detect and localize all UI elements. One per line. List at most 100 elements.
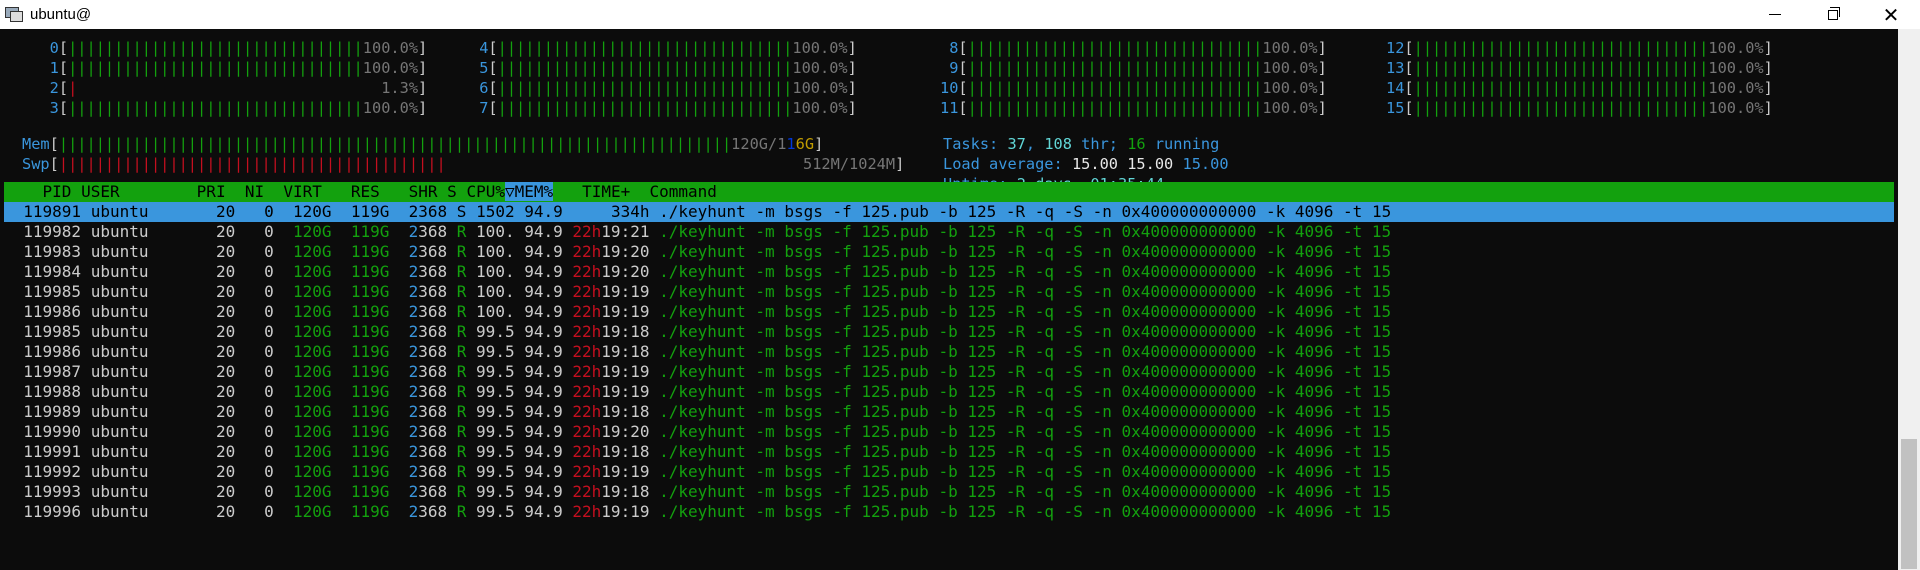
proc-command: ./keyhunt -m bsgs -f 125.pub -b 125 -R -… bbox=[659, 322, 1392, 341]
col-command[interactable]: Command bbox=[650, 182, 717, 201]
proc-time-m: 19:18 bbox=[601, 402, 660, 421]
mem-value-b: 1 bbox=[786, 135, 796, 153]
proc-time-m: 19:18 bbox=[601, 442, 660, 461]
mem-value-a: 120G/1 bbox=[731, 135, 787, 153]
vertical-scrollbar[interactable] bbox=[1898, 29, 1920, 570]
cpu-bar: |||||||||||||||||||||||||||||||| bbox=[967, 99, 1263, 117]
proc-cpu: 99.5 bbox=[476, 442, 525, 461]
cpu-value: 100.0% bbox=[362, 59, 419, 77]
proc-mem: 94.9 bbox=[524, 422, 573, 441]
process-row[interactable]: 119986 ubuntu 20 0 120G 119G 2368 R 99.5… bbox=[4, 342, 1391, 362]
process-row[interactable]: 119989 ubuntu 20 0 120G 119G 2368 R 99.5… bbox=[4, 402, 1391, 422]
process-row-selected[interactable]: 119891 ubuntu 20 0 120G 119G 2368 S 1502… bbox=[4, 202, 1894, 222]
proc-virt: 120G bbox=[293, 322, 351, 341]
col-shr[interactable]: SHR bbox=[409, 182, 438, 201]
process-row[interactable]: 119986 ubuntu 20 0 120G 119G 2368 R 100.… bbox=[4, 302, 1391, 322]
proc-res: 119G bbox=[350, 342, 409, 361]
proc-pid: 119982 bbox=[4, 222, 91, 241]
process-row[interactable]: 119984 ubuntu 20 0 120G 119G 2368 R 100.… bbox=[4, 262, 1391, 282]
col-virt[interactable]: VIRT bbox=[283, 182, 322, 201]
proc-ni: 0 bbox=[244, 382, 294, 401]
cpu-bar: |||||||||||||||||||||||||||||||| bbox=[68, 59, 363, 77]
col-s[interactable]: S bbox=[447, 182, 457, 201]
process-row[interactable]: 119983 ubuntu 20 0 120G 119G 2368 R 100.… bbox=[4, 242, 1391, 262]
proc-shr-a: 2 bbox=[408, 502, 419, 521]
proc-state: R bbox=[456, 402, 477, 421]
proc-ni: 0 bbox=[244, 362, 294, 381]
proc-user: ubuntu bbox=[90, 322, 197, 341]
scrollbar-thumb[interactable] bbox=[1901, 439, 1917, 569]
col-time[interactable]: TIME+ bbox=[582, 182, 630, 201]
proc-command: ./keyhunt -m bsgs -f 125.pub -b 125 -R -… bbox=[659, 302, 1392, 321]
cpu-bar: |||||||||||||||||||||||||||||||| bbox=[1413, 99, 1709, 117]
restore-button[interactable] bbox=[1804, 0, 1862, 29]
proc-user: ubuntu bbox=[90, 242, 197, 261]
window-title: ubuntu@ bbox=[30, 6, 92, 23]
proc-ni: 0 bbox=[244, 402, 294, 421]
proc-shr-a: 2 bbox=[408, 342, 419, 361]
process-row[interactable]: 119991 ubuntu 20 0 120G 119G 2368 R 99.5… bbox=[4, 442, 1391, 462]
cpu-bar: |||||||||||||||||||||||||||||||| bbox=[967, 59, 1263, 77]
proc-time-m: 19:20 bbox=[601, 242, 660, 261]
cpu-value: 100.0% bbox=[1708, 59, 1764, 77]
process-row[interactable]: 119988 ubuntu 20 0 120G 119G 2368 R 99.5… bbox=[4, 382, 1391, 402]
proc-virt: 120G bbox=[293, 462, 351, 481]
proc-res: 119G bbox=[350, 242, 409, 261]
cpu-value: 100.0% bbox=[1708, 79, 1764, 97]
col-user[interactable]: USER bbox=[81, 182, 177, 201]
cpu-meter-13: 13[||||||||||||||||||||||||||||||||100.0… bbox=[1386, 59, 1773, 77]
process-row[interactable]: 119985 ubuntu 20 0 120G 119G 2368 R 100.… bbox=[4, 282, 1391, 302]
proc-pid: 119985 bbox=[4, 322, 91, 341]
col-mem-sorted[interactable]: ▽MEM% bbox=[504, 182, 554, 201]
process-row[interactable]: 119987 ubuntu 20 0 120G 119G 2368 R 99.5… bbox=[4, 362, 1391, 382]
col-pri[interactable]: PRI bbox=[197, 182, 226, 201]
tasks-line: Tasks: 37, 108 thr; 16 running bbox=[943, 135, 1220, 153]
process-row[interactable]: 119993 ubuntu 20 0 120G 119G 2368 R 99.5… bbox=[4, 482, 1391, 502]
cpu-id: 3 bbox=[22, 99, 59, 117]
col-pid[interactable]: PID bbox=[4, 182, 72, 201]
proc-time-m: 19:19 bbox=[601, 502, 660, 521]
proc-shr-a: 2 bbox=[408, 402, 419, 421]
col-res[interactable]: RES bbox=[351, 182, 380, 201]
swap-label: Swp bbox=[22, 155, 50, 173]
proc-command: ./keyhunt -m bsgs -f 125.pub -b 125 -R -… bbox=[659, 362, 1392, 381]
process-row[interactable]: 119985 ubuntu 20 0 120G 119G 2368 R 99.5… bbox=[4, 322, 1391, 342]
process-row[interactable]: 119992 ubuntu 20 0 120G 119G 2368 R 99.5… bbox=[4, 462, 1391, 482]
proc-ni: 0 bbox=[244, 222, 294, 241]
proc-virt: 120G bbox=[293, 402, 351, 421]
proc-shr-b: 368 bbox=[418, 402, 457, 421]
proc-cpu: 100. bbox=[476, 262, 525, 281]
proc-time-m: 19:19 bbox=[601, 302, 660, 321]
close-button[interactable]: ✕ bbox=[1862, 0, 1920, 29]
process-row[interactable]: 119982 ubuntu 20 0 120G 119G 2368 R 100.… bbox=[4, 222, 1391, 242]
col-cpu[interactable]: CPU% bbox=[466, 182, 505, 201]
proc-user: ubuntu bbox=[90, 222, 197, 241]
col-ni[interactable]: NI bbox=[245, 182, 264, 201]
proc-state: R bbox=[456, 442, 477, 461]
process-row[interactable]: 119990 ubuntu 20 0 120G 119G 2368 R 99.5… bbox=[4, 422, 1391, 442]
mem-bar: ||||||||||||||||||||||||||||||||||||||||… bbox=[58, 135, 732, 153]
cpu-bar: |||||||||||||||||||||||||||||||| bbox=[497, 79, 793, 97]
title-bar[interactable]: ubuntu@ ✕ bbox=[0, 0, 1920, 29]
proc-res: 119G bbox=[350, 262, 409, 281]
cpu-id: 11 bbox=[940, 99, 959, 117]
proc-shr-b: 368 bbox=[418, 362, 457, 381]
minimize-button[interactable] bbox=[1746, 0, 1804, 29]
proc-time-h: 22h bbox=[572, 302, 602, 321]
proc-state: R bbox=[456, 282, 477, 301]
cpu-value: 100.0% bbox=[1262, 79, 1318, 97]
proc-virt: 120G bbox=[293, 482, 351, 501]
proc-command: ./keyhunt -m bsgs -f 125.pub -b 125 -R -… bbox=[659, 282, 1392, 301]
cpu-id: 0 bbox=[22, 39, 59, 57]
cpu-id: 2 bbox=[22, 79, 59, 97]
process-table-header[interactable]: PID USER PRI NI VIRT RES SHR S CPU%▽MEM%… bbox=[4, 182, 1894, 202]
proc-command: ./keyhunt -m bsgs -f 125.pub -b 125 -R -… bbox=[659, 342, 1392, 361]
cpu-id: 10 bbox=[940, 79, 959, 97]
proc-user: ubuntu bbox=[90, 362, 197, 381]
mem-label: Mem bbox=[22, 135, 50, 153]
cpu-id: 13 bbox=[1386, 59, 1405, 77]
process-row[interactable]: 119996 ubuntu 20 0 120G 119G 2368 R 99.5… bbox=[4, 502, 1391, 522]
proc-pri: 20 bbox=[196, 282, 245, 301]
proc-command: ./keyhunt -m bsgs -f 125.pub -b 125 -R -… bbox=[659, 422, 1392, 441]
proc-ni: 0 bbox=[244, 262, 294, 281]
